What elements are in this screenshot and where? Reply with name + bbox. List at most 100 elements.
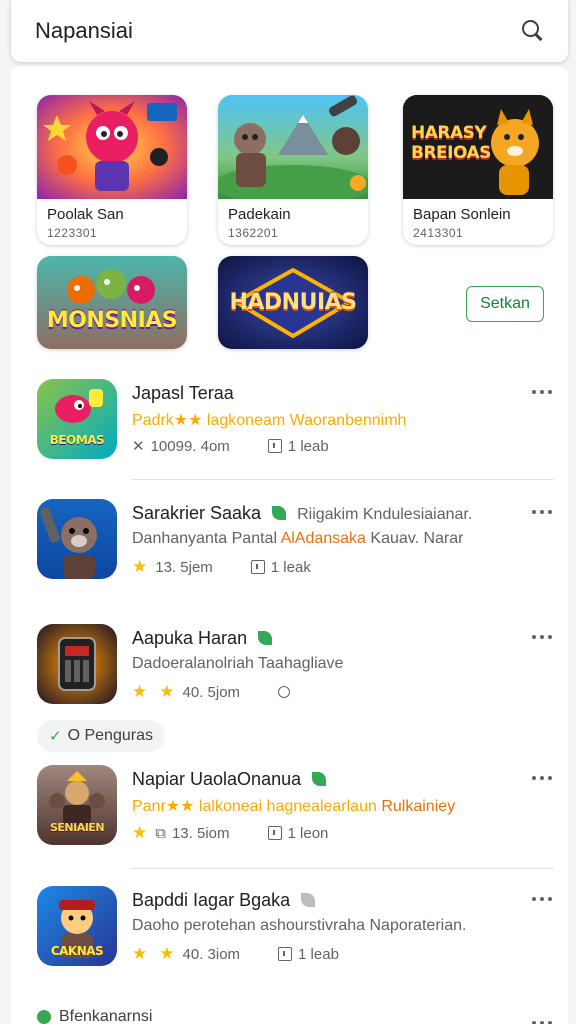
featured-name-1: Poolak San (47, 206, 124, 223)
app-rating-4: 13. 5iom (171, 824, 230, 842)
featured-art-1 (37, 95, 187, 199)
leaf-icon (258, 631, 273, 645)
section-footer-label: Bfenkanarnsi (59, 1008, 153, 1024)
app-icon-2 (37, 499, 117, 579)
app-subtitle-4-mid: hagnealearlaun (266, 798, 377, 815)
app-title-2-extra: Riigakim Kndulesiaianar. (297, 506, 473, 523)
app-title-2: Sarakrier Saaka Riigakim Kndulesiaianar. (132, 503, 472, 524)
app-header: Napansiai (11, 0, 568, 62)
search-icon[interactable] (520, 18, 546, 44)
app-icon-3 (37, 624, 117, 704)
compare-icon: ⧉ (155, 824, 166, 842)
more-options-icon[interactable] (530, 890, 554, 908)
app-title-3-text: Aapuka Haran (132, 628, 248, 648)
app-icon-1: BEOMAS (37, 379, 117, 459)
app-icon-4-text: SENIAIEN (49, 821, 105, 834)
banner-monsnias-logo: MONSNIAS (46, 308, 178, 333)
app-row-3[interactable]: Aapuka Haran Dadoeralanolriah Taahagliav… (11, 624, 568, 724)
app-subtitle-5: Daoho perotehan ashourstivraha Naporater… (132, 917, 467, 934)
featured-art-3-text: HARASY BREIOAS (411, 123, 491, 163)
divider (132, 479, 554, 480)
app-icon-1-text: BEOMAS (49, 433, 105, 447)
filter-chip-label: O Penguras (67, 727, 153, 744)
featured-card-1[interactable]: Poolak San 1223301 (37, 95, 187, 245)
star-icon: ★ (132, 557, 148, 576)
app-icon-4: SENIAIEN (37, 765, 117, 845)
featured-art-3: HARASY BREIOAS (403, 95, 553, 199)
app-meta-5: ★ ★ 40. 3iom 1 leab (132, 944, 339, 964)
featured-id-1: 1223301 (47, 226, 98, 240)
featured-id-2: 1362201 (228, 226, 279, 240)
download-icon (267, 439, 282, 453)
app-title-3: Aapuka Haran (132, 628, 273, 649)
featured-name-3: Bapan Sonlein (413, 206, 511, 223)
banner-hadnuias[interactable]: HADNUIAS (218, 256, 368, 349)
more-options-icon[interactable] (530, 503, 554, 521)
filter-chip[interactable]: ✓ O Penguras (37, 720, 165, 752)
app-icon-5: CAKNAS (37, 886, 117, 966)
check-icon: ✓ (49, 728, 62, 745)
app-meta-4: ★ ⧉ 13. 5iom 1 leon (132, 823, 328, 843)
app-rating-2: 13. 5jem (155, 558, 213, 576)
more-options-icon[interactable] (530, 383, 554, 401)
app-subtitle-4: Panr★★ lalkoneai hagnealearlaun Rulkaini… (132, 796, 455, 816)
app-size-2: 1 leak (270, 558, 311, 576)
app-title-5-text: Bapddi Iagar Bgaka (132, 890, 291, 910)
featured-id-3: 2413301 (413, 226, 464, 240)
app-size-1: 1 leab (287, 437, 329, 455)
divider (132, 868, 554, 869)
leaf-icon (272, 506, 287, 520)
leaf-icon (312, 772, 327, 786)
app-title: Napansiai (35, 18, 133, 43)
download-icon (278, 947, 293, 961)
star-icon: ★ (132, 823, 148, 842)
star-icon: ★ (132, 682, 148, 701)
section-footer[interactable]: Bfenkanarnsi (37, 1008, 152, 1024)
app-subtitle-1: Padrk★★ lagkoneam Waoranbennimh (132, 412, 407, 429)
featured-card-3[interactable]: HARASY BREIOAS Bapan Sonlein 2413301 (403, 95, 553, 245)
swap-icon: ✕ (132, 438, 145, 455)
star-icon: ★ (132, 944, 148, 963)
app-subtitle-2-prefix: Danhanyanta Pantal (132, 530, 277, 547)
app-subtitle-2: Danhanyanta Pantal AlAdansaka Kauav. Nar… (132, 530, 463, 548)
more-options-icon[interactable] (530, 1014, 554, 1024)
app-meta-2: ★ 13. 5jem 1 leak (132, 557, 311, 577)
app-title-4: Napiar UaolaOnanua (132, 769, 327, 790)
app-row-5[interactable]: CAKNAS Bapddi Iagar Bgaka Daoho peroteha… (11, 886, 568, 986)
circle-icon (278, 686, 291, 698)
main-sheet: Poolak San 1223301 Padekain 1362201 HARA… (11, 66, 568, 1024)
featured-art-2 (218, 95, 368, 199)
app-row-4[interactable]: SENIAIEN Napiar UaolaOnanua Panr★★ lalko… (11, 765, 568, 865)
more-options-icon[interactable] (530, 769, 554, 787)
app-icon-5-text: CAKNAS (50, 944, 104, 958)
featured-card-2[interactable]: Padekain 1362201 (218, 95, 368, 245)
see-more-button[interactable]: Setkan (466, 286, 544, 322)
app-title-5: Bapddi Iagar Bgaka (132, 890, 316, 911)
app-rating-1: 10099. 4om (150, 437, 230, 455)
more-options-icon[interactable] (530, 628, 554, 646)
star-icon: ★ (159, 944, 175, 963)
leaf-icon (301, 893, 316, 907)
app-meta-3: ★ ★ 40. 5jom (132, 682, 291, 702)
app-size-5: 1 leab (298, 945, 339, 963)
star-icon: ★ (159, 682, 175, 701)
download-icon (267, 826, 282, 840)
app-meta-1: ✕ 10099. 4om 1 leab (132, 437, 329, 456)
app-title-1: Japasl Teraa (132, 383, 234, 403)
app-subtitle-4-suffix: Rulkainiey (381, 798, 456, 815)
app-rating-3: 40. 5jom (182, 683, 241, 701)
banner-hadnuias-logo: HADNUIAS (229, 290, 357, 315)
download-icon (250, 560, 265, 574)
app-title-4-text: Napiar UaolaOnanua (132, 769, 302, 789)
app-size-4: 1 leon (287, 824, 329, 842)
app-title-2-text: Sarakrier Saaka (132, 503, 262, 523)
app-subtitle-2-suffix: Kauav. Narar (370, 530, 464, 547)
app-subtitle-2-highlight: AlAdansaka (280, 530, 366, 547)
app-row-2[interactable]: Sarakrier Saaka Riigakim Kndulesiaianar.… (11, 499, 568, 599)
app-subtitle-4-prefix: Panr★★ lalkoneai (132, 798, 263, 815)
app-subtitle-3: Dadoeralanolriah Taahagliave (132, 655, 344, 672)
app-rating-5: 40. 3iom (182, 945, 241, 963)
banner-monsnias[interactable]: MONSNIAS (37, 256, 187, 349)
section-icon (37, 1010, 51, 1024)
app-row-1[interactable]: BEOMAS Japasl Teraa Padrk★★ lagkoneam Wa… (11, 379, 568, 479)
